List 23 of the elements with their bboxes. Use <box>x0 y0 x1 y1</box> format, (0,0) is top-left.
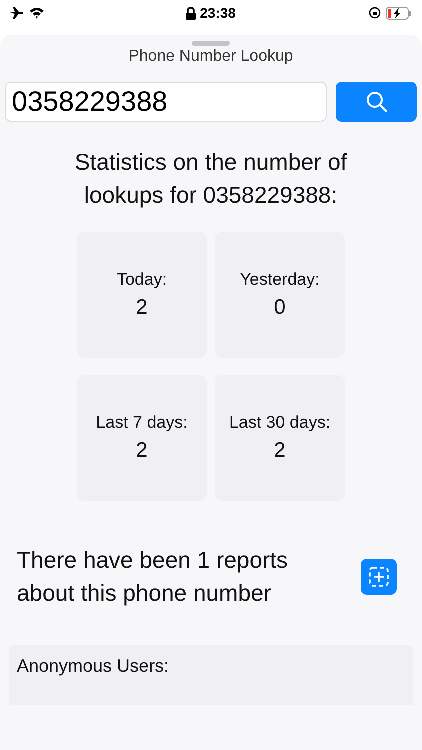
sheet-title: Phone Number Lookup <box>128 48 294 66</box>
stat-value: 2 <box>136 439 148 463</box>
stat-value: 2 <box>274 439 286 463</box>
stat-value: 0 <box>274 296 286 320</box>
stat-label: Last 30 days: <box>229 413 331 433</box>
stat-label: Today: <box>116 270 168 290</box>
clock-time: 23:38 <box>200 5 236 21</box>
reports-summary: There have been 1 reports about this phone number <box>17 546 290 608</box>
stat-label: Last 7 days: <box>96 413 188 433</box>
airplane-icon <box>10 7 24 19</box>
statistics-heading: Statistics on the number of lookups for 0358229388: <box>74 148 348 210</box>
phone-number-field[interactable]: 0358229388 <box>5 82 327 122</box>
lock-icon <box>186 6 196 20</box>
add-report-button[interactable] <box>361 559 397 595</box>
search-button[interactable] <box>336 82 417 122</box>
add-icon <box>368 566 390 588</box>
report-author: Anonymous Users: <box>17 656 170 676</box>
wifi-icon <box>29 7 45 19</box>
stat-label: Yesterday: <box>240 270 320 290</box>
rotation-lock-icon <box>369 7 381 19</box>
search-icon <box>366 91 388 113</box>
battery-icon <box>386 6 412 20</box>
stat-value: 2 <box>136 296 148 320</box>
